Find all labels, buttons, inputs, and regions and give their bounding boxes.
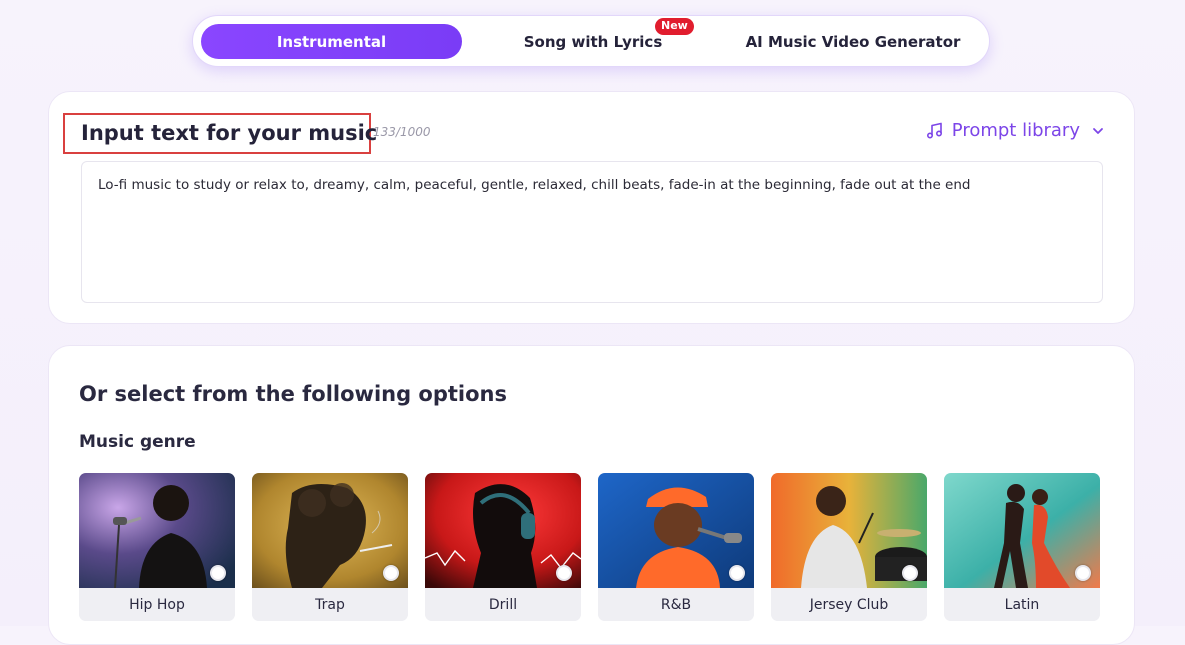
genre-radio-jersey-club[interactable] [902, 565, 918, 581]
genre-radio-latin[interactable] [1075, 565, 1091, 581]
options-card: Or select from the following options Mus… [48, 345, 1135, 645]
new-badge: New [655, 18, 694, 35]
prompt-textarea[interactable]: Lo-fi music to study or relax to, dreamy… [81, 161, 1103, 303]
genre-radio-drill[interactable] [556, 565, 572, 581]
mode-tab-bar: Instrumental Song with Lyrics New AI Mus… [192, 15, 990, 67]
genre-card-hip-hop[interactable]: Hip Hop [79, 473, 235, 621]
genre-name: Trap [252, 588, 408, 621]
tab-instrumental[interactable]: Instrumental [201, 24, 462, 59]
tab-ai-music-video-generator[interactable]: AI Music Video Generator [733, 24, 973, 59]
prompt-library-button[interactable]: Prompt library [926, 120, 1104, 141]
genre-name: Drill [425, 588, 581, 621]
genre-card-rnb[interactable]: R&B [598, 473, 754, 621]
prompt-library-label: Prompt library [951, 120, 1080, 141]
genre-name: Jersey Club [771, 588, 927, 621]
genre-radio-hip-hop[interactable] [210, 565, 226, 581]
music-note-icon [926, 122, 944, 140]
char-count: 133/1000 [373, 125, 431, 139]
genre-name: R&B [598, 588, 754, 621]
title-highlight-box: Input text for your music [63, 113, 377, 154]
options-title: Or select from the following options [79, 382, 508, 406]
genre-card-drill[interactable]: Drill [425, 473, 581, 621]
genre-name: Latin [944, 588, 1100, 621]
genre-card-jersey-club[interactable]: Jersey Club [771, 473, 927, 621]
input-card: Input text for your music 133/1000 Promp… [48, 91, 1135, 324]
genre-radio-rnb[interactable] [729, 565, 745, 581]
genre-card-trap[interactable]: Trap [252, 473, 408, 621]
chevron-down-icon [1092, 125, 1104, 137]
genre-name: Hip Hop [79, 588, 235, 621]
music-genre-label: Music genre [79, 432, 196, 452]
genre-radio-trap[interactable] [383, 565, 399, 581]
input-title: Input text for your music [81, 121, 378, 145]
genre-card-latin[interactable]: Latin [944, 473, 1100, 621]
